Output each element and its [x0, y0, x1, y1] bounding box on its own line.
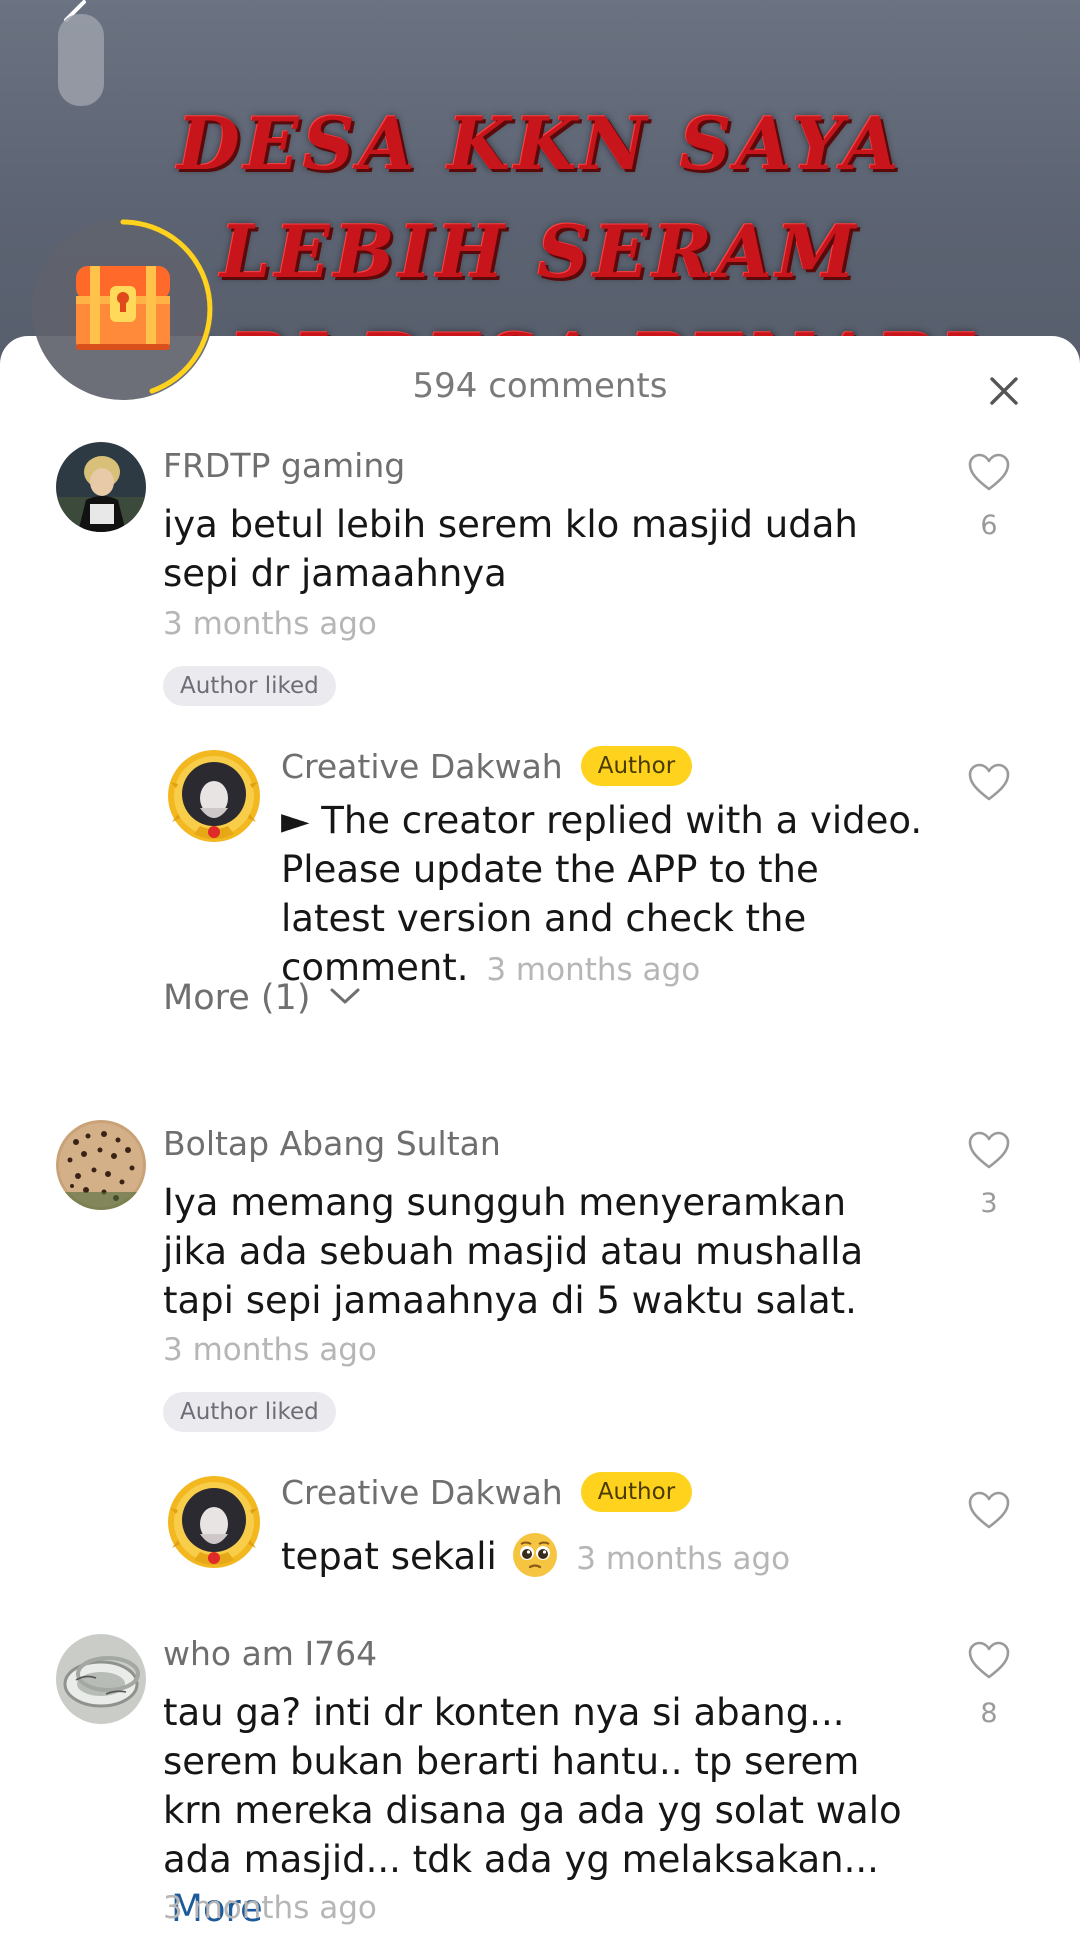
comment-timestamp: 3 months ago: [163, 606, 377, 642]
reply-text-content: tepat sekali: [281, 1535, 497, 1578]
reply-avatar[interactable]: [166, 1474, 262, 1570]
avatar-image: [56, 1120, 146, 1210]
reply-text: ► The creator replied with a video. Plea…: [281, 796, 931, 995]
reward-chest-widget[interactable]: 2/3: [32, 218, 214, 434]
comment-timestamp: 3 months ago: [163, 1890, 377, 1926]
heart-icon[interactable]: [967, 1490, 1011, 1530]
reply-username[interactable]: Creative Dakwah Author: [281, 1472, 693, 1512]
like-count: 3: [980, 1188, 998, 1219]
comment-username[interactable]: Boltap Abang Sultan: [163, 1124, 501, 1163]
avatar-image: [168, 1476, 260, 1568]
avatar-image: [56, 442, 146, 532]
author-liked-badge: Author liked: [163, 1392, 336, 1432]
comment-text: Iya memang sungguh menyeramkan jika ada …: [163, 1181, 864, 1322]
pleading-face-emoji-icon: [512, 1533, 557, 1577]
avatar[interactable]: [56, 442, 146, 532]
more-replies-button[interactable]: More (1): [163, 978, 362, 1018]
author-liked-badge: Author liked: [163, 666, 336, 706]
avatar[interactable]: [56, 1634, 146, 1724]
chevron-down-icon: [330, 988, 360, 1004]
comments-sheet: 594 comments FRDTP gaming iya betul lebi…: [0, 336, 1080, 1949]
heart-icon[interactable]: [967, 452, 1011, 492]
heart-icon[interactable]: [967, 1130, 1011, 1170]
comment-text-content: tau ga? inti dr konten nya si abang... s…: [163, 1691, 902, 1881]
treasure-chest-icon: [76, 266, 170, 350]
reply-username-text: Creative Dakwah: [281, 1473, 563, 1512]
like-count: 8: [980, 1698, 998, 1729]
reward-counter: 2/3: [102, 406, 145, 434]
reply-username-text: Creative Dakwah: [281, 747, 563, 786]
reply-avatar[interactable]: [166, 748, 262, 844]
author-badge: Author: [580, 1472, 693, 1512]
avatar-image: [56, 1634, 146, 1724]
comment-username[interactable]: who am I764: [163, 1634, 377, 1673]
heart-icon[interactable]: [967, 762, 1011, 802]
reply-text: tepat sekali 3 months ago: [281, 1532, 931, 1584]
comment-timestamp: 3 months ago: [163, 1332, 377, 1368]
comment-username[interactable]: FRDTP gaming: [163, 446, 405, 485]
comment-text: iya betul lebih serem klo masjid udah se…: [163, 503, 858, 595]
avatar-image: [168, 750, 260, 842]
close-icon[interactable]: [985, 372, 1023, 410]
reply-timestamp: 3 months ago: [486, 952, 701, 988]
reply-username[interactable]: Creative Dakwah Author: [281, 746, 693, 786]
heart-icon[interactable]: [967, 1640, 1011, 1680]
reply-timestamp: 3 months ago: [576, 1541, 791, 1577]
like-count: 6: [980, 510, 998, 541]
more-replies-label: More (1): [163, 978, 311, 1018]
author-badge: Author: [580, 746, 693, 786]
avatar[interactable]: [56, 1120, 146, 1210]
